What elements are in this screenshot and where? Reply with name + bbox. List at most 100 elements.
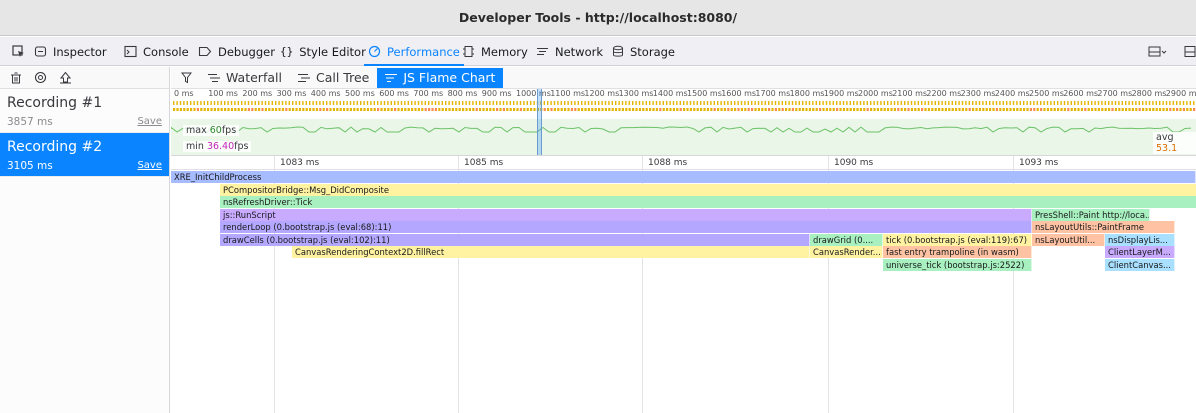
markers-overview: [173, 101, 1196, 111]
split-console-icon: [1184, 46, 1196, 57]
flame-tick-label: 1083 ms: [280, 158, 320, 168]
tab-memory-label: Memory: [481, 44, 528, 59]
flame-frame[interactable]: CanvasRender...: [810, 246, 883, 258]
tab-storage[interactable]: Storage: [612, 37, 675, 66]
flame-frame[interactable]: nsLayoutUtil...: [1032, 233, 1105, 246]
overview-tick-label: 2600 ms: [1063, 89, 1099, 98]
tab-debugger[interactable]: Debugger: [198, 37, 275, 66]
recording-name: Recording #1: [7, 95, 103, 111]
filter-icon: [181, 72, 192, 83]
fps-max-unit: fps: [221, 125, 237, 136]
style-editor-icon: {}: [280, 45, 294, 58]
overview-tick-label: 2200 ms: [926, 89, 962, 98]
tab-console[interactable]: Console: [124, 37, 189, 66]
fps-min-label: min 36.40fps: [183, 141, 252, 152]
recording-overview[interactable]: 0 ms 100 ms 200 ms 300 ms 400 ms 500 ms 600 ms…: [171, 89, 1196, 156]
recording-name: Recording #2: [7, 139, 103, 155]
recording-item[interactable]: Recording #1 3857 ms Save: [0, 89, 169, 133]
memory-icon: [463, 46, 474, 57]
flame-frame[interactable]: drawCells (0.bootstrap.js (eval:102):11): [220, 233, 810, 246]
toolbox-tabbar: Inspector Console Debugger {} Style Edit…: [0, 37, 1196, 66]
fps-avg-label: avg 53.1: [1153, 132, 1196, 154]
recordings-toolbar: [0, 67, 169, 89]
overview-tick-label: 2300 ms: [960, 89, 996, 98]
fps-max-label: max 60fps: [183, 125, 240, 136]
flame-frame[interactable]: CanvasRenderingContext2D.fillRect: [292, 246, 810, 258]
overview-tick-label: 1900 ms: [823, 89, 859, 98]
flame-frame[interactable]: js::RunScript: [220, 208, 1032, 221]
overview-tick-label: 800 ms: [447, 89, 478, 98]
window-title: Developer Tools - http://localhost:8080/: [458, 10, 738, 25]
flame-chart-icon: [385, 73, 398, 82]
overview-tick-label: 2000 ms: [858, 89, 893, 98]
flame-frame[interactable]: renderLoop (0.bootstrap.js (eval:68):11): [220, 221, 1032, 233]
network-icon: [537, 48, 548, 55]
overview-tick-label: 2500 ms: [1029, 89, 1064, 98]
element-picker-button[interactable]: [12, 37, 25, 66]
flame-frame[interactable]: tick (0.bootstrap.js (eval:119):67): [883, 233, 1032, 246]
dock-menu-button[interactable]: [1148, 37, 1168, 66]
overview-tick-label: 900 ms: [481, 89, 512, 98]
record-icon[interactable]: [34, 71, 47, 84]
performance-icon: [368, 45, 381, 58]
overview-tick-label: 1400 ms: [652, 89, 688, 98]
waterfall-view-button[interactable]: Waterfall: [200, 68, 290, 88]
js-flame-chart-view-button[interactable]: JS Flame Chart: [377, 67, 504, 88]
recording-duration: 3857 ms: [7, 116, 53, 128]
flame-frame[interactable]: nsRefreshDriver::Tick: [220, 196, 1196, 208]
call-tree-icon: [297, 73, 310, 82]
flame-frame[interactable]: ClientCanvas...: [1105, 258, 1175, 271]
console-icon: [124, 45, 137, 58]
overview-tick-label: 1200 ms: [584, 89, 620, 98]
overview-tick-label: 700 ms: [413, 89, 444, 98]
waterfall-icon: [208, 73, 220, 82]
tab-inspector-label: Inspector: [53, 44, 107, 59]
flame-frame[interactable]: ClientLayerM...: [1105, 246, 1175, 258]
fps-min-unit: fps: [234, 141, 249, 152]
overview-tick-label: 1600 ms: [721, 89, 757, 98]
flame-tick-label: 1093 ms: [1019, 158, 1059, 168]
filter-button[interactable]: [171, 68, 200, 88]
overview-tick-label: 0 ms: [174, 89, 194, 98]
flame-frame[interactable]: drawGrid (0....: [810, 233, 883, 246]
split-console-button[interactable]: [1184, 37, 1196, 66]
overview-tick-label: 2800 ms: [1131, 89, 1167, 98]
recording-item[interactable]: Recording #2 3105 ms Save: [0, 133, 169, 177]
recording-save-link[interactable]: Save: [137, 160, 162, 171]
fps-avg-value: 53.1: [1156, 143, 1178, 154]
window-titlebar: Developer Tools - http://localhost:8080/: [0, 0, 1196, 36]
call-tree-view-button[interactable]: Call Tree: [290, 68, 377, 88]
overview-tick-label: 1300 ms: [618, 89, 654, 98]
flame-frame[interactable]: PCompositorBridge::Msg_DidComposite: [220, 183, 1196, 196]
overview-time-ruler: 0 ms 100 ms 200 ms 300 ms 400 ms 500 ms 600 ms…: [171, 89, 1196, 99]
flame-frame[interactable]: XRE_InitChildProcess: [171, 171, 1196, 183]
flame-frame[interactable]: fast entry trampoline (in wasm): [883, 246, 1032, 258]
framerate-line: [171, 126, 1192, 133]
flame-tick-label: 1085 ms: [464, 158, 504, 168]
flame-frame[interactable]: nsDisplayLis...: [1105, 233, 1175, 246]
flame-frame[interactable]: nsLayoutUtils::PaintFrame: [1032, 221, 1175, 233]
js-flame-chart[interactable]: 1083 ms 1085 ms 1088 ms 1090 ms 1093 ms XRE_…: [171, 156, 1196, 413]
performance-view-toolbar: Waterfall Call Tree JS Flame Chart: [171, 67, 1196, 89]
fps-min-prefix: min: [186, 141, 204, 152]
overview-tick-label: 200 ms: [242, 89, 273, 98]
tab-network[interactable]: Network: [536, 37, 603, 66]
storage-icon: [613, 45, 623, 57]
import-icon[interactable]: [59, 71, 72, 84]
tab-storage-label: Storage: [630, 44, 675, 59]
tab-performance[interactable]: Performance: [364, 37, 464, 66]
trash-icon[interactable]: [10, 72, 22, 84]
fps-min-value: 36.40: [206, 141, 235, 152]
tab-inspector[interactable]: Inspector: [34, 37, 107, 66]
tab-network-label: Network: [555, 44, 604, 59]
flame-frame[interactable]: PresShell::Paint http://loca...: [1032, 208, 1150, 221]
flame-time-ruler: 1083 ms 1085 ms 1088 ms 1090 ms 1093 ms: [171, 156, 1196, 170]
overview-tick-label: 100 ms: [208, 89, 238, 98]
tab-debugger-label: Debugger: [218, 44, 275, 59]
recording-save-link[interactable]: Save: [137, 116, 162, 127]
overview-selection[interactable]: [537, 89, 542, 155]
tab-memory[interactable]: Memory: [462, 37, 528, 66]
overview-tick-label: 600 ms: [379, 89, 409, 98]
tab-style-editor[interactable]: {} Style Editor: [280, 37, 366, 66]
flame-frame[interactable]: universe_tick (bootstrap.js:2522): [883, 258, 1032, 271]
